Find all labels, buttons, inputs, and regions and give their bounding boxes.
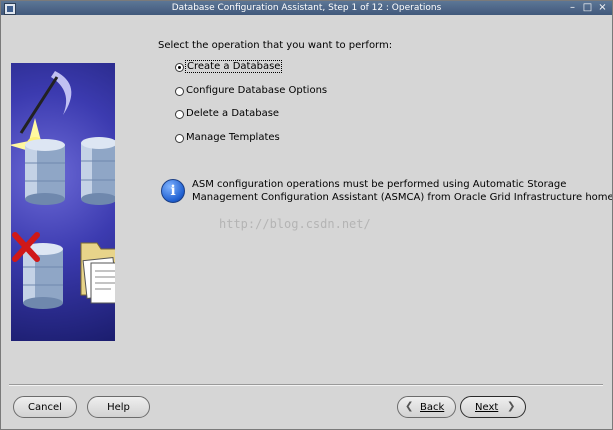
manage-templates-icon <box>80 242 115 304</box>
cancel-button-label: Cancel <box>28 402 62 413</box>
radio-button[interactable] <box>175 110 184 119</box>
radio-button[interactable] <box>175 134 184 143</box>
radio-label-configure-database-options[interactable]: Configure Database Options <box>186 85 327 96</box>
radio-configure-database-options[interactable]: Configure Database Options <box>173 83 413 99</box>
configure-database-icon <box>81 137 115 205</box>
title-bar[interactable]: Database Configuration Assistant, Step 1… <box>1 1 612 15</box>
cancel-button[interactable]: Cancel <box>13 396 77 418</box>
radio-button[interactable] <box>175 87 184 96</box>
wand-icon <box>19 76 59 134</box>
radio-manage-templates[interactable]: Manage Templates <box>173 130 413 146</box>
delete-database-icon <box>12 232 63 309</box>
radio-label-create-database[interactable]: Create a Database <box>185 60 283 73</box>
wizard-illustration-graphic <box>11 71 115 309</box>
info-message-text: ASM configuration operations must be per… <box>192 178 613 204</box>
moon-icon <box>51 71 72 115</box>
help-button[interactable]: Help <box>87 396 150 418</box>
radio-button-selected[interactable] <box>175 63 184 72</box>
radio-label-delete-database[interactable]: Delete a Database <box>186 108 279 119</box>
info-line-1: ASM configuration operations must be per… <box>192 179 567 190</box>
watermark: http://blog.csdn.net/ <box>219 217 371 231</box>
radio-label-manage-templates[interactable]: Manage Templates <box>186 132 280 143</box>
radio-delete-database[interactable]: Delete a Database <box>173 106 413 122</box>
dbca-window: Database Configuration Assistant, Step 1… <box>0 0 613 430</box>
wizard-illustration <box>11 63 115 341</box>
operation-prompt: Select the operation that you want to pe… <box>158 40 393 51</box>
info-icon: i <box>161 179 185 203</box>
chevron-left-icon: ❮ <box>405 401 414 412</box>
next-button[interactable]: Next ❯ <box>460 396 526 418</box>
help-button-label: Help <box>107 402 130 413</box>
next-button-label: Next <box>475 402 499 413</box>
close-icon[interactable]: × <box>597 2 608 13</box>
chevron-right-icon: ❯ <box>507 401 516 412</box>
info-line-2: Management Configuration Assistant (ASMC… <box>192 192 613 203</box>
asm-info-message: i ASM configuration operations must be p… <box>161 177 612 209</box>
maximize-icon[interactable]: □ <box>582 2 593 13</box>
database-cylinder-icon <box>25 139 65 205</box>
back-button-label: Back <box>420 402 445 413</box>
minimize-icon[interactable]: – <box>567 2 578 13</box>
radio-create-database[interactable]: Create a Database <box>173 59 413 75</box>
window-title: Database Configuration Assistant, Step 1… <box>171 3 442 13</box>
back-button[interactable]: ❮ Back <box>397 396 456 418</box>
window-controls: – □ × <box>567 2 608 13</box>
footer-divider <box>9 384 603 386</box>
